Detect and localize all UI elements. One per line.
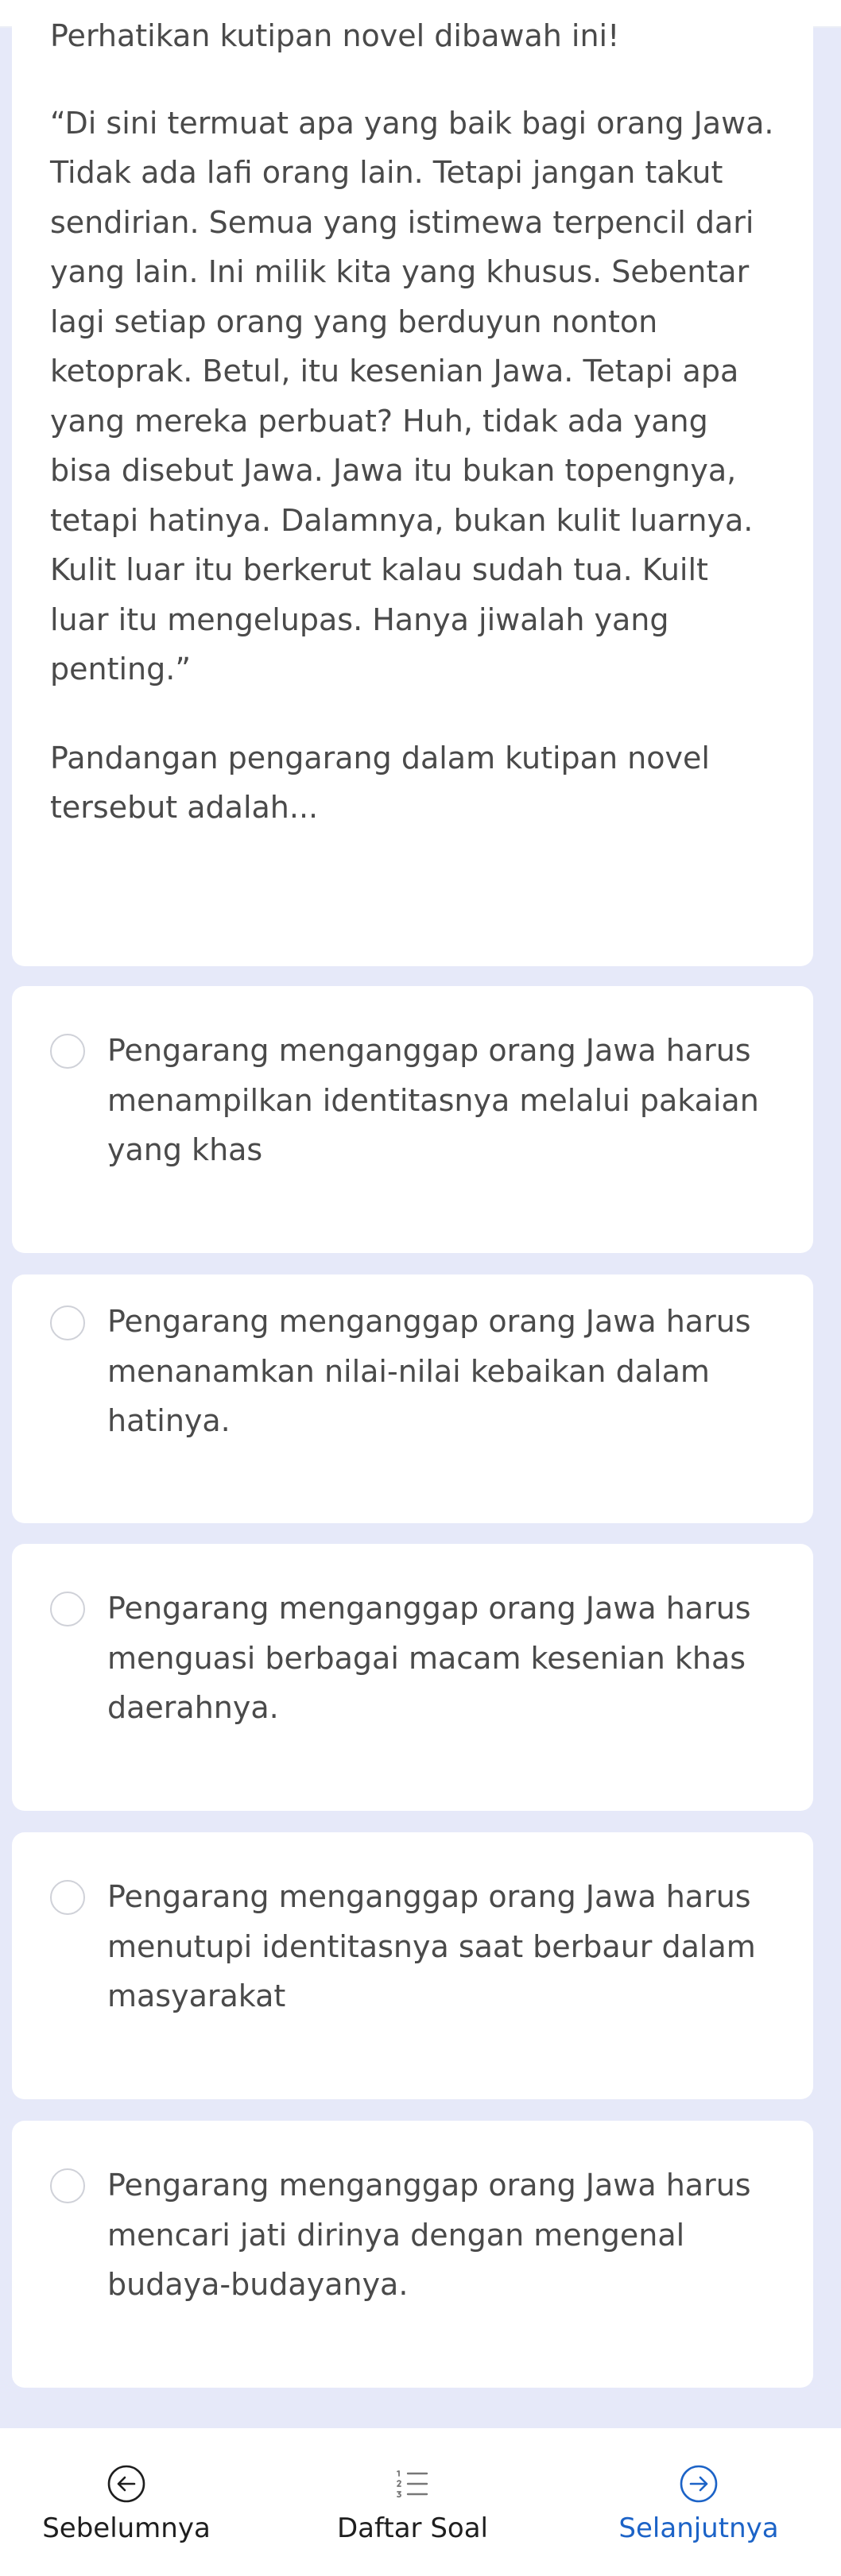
option-a[interactable]: Pengarang menganggap orang Jawa harus me…: [12, 986, 813, 1253]
bottom-navigation: Sebelumnya Daftar Soal Selanjutnya: [0, 2428, 841, 2576]
option-text: Pengarang menganggap orang Jawa harus me…: [107, 1033, 759, 1167]
radio-button[interactable]: [50, 1880, 85, 1915]
arrow-right-circle-icon: [680, 2465, 718, 2503]
question-list-button[interactable]: Daftar Soal: [293, 2463, 532, 2544]
option-text: Pengarang menganggap orang Jawa harus me…: [107, 2168, 751, 2302]
option-text: Pengarang menganggap orang Jawa harus me…: [107, 1591, 751, 1725]
radio-button[interactable]: [50, 1034, 85, 1069]
question-intro: Perhatikan kutipan novel dibawah ini!: [50, 18, 620, 53]
option-text: Pengarang menganggap orang Jawa harus me…: [107, 1879, 756, 2013]
radio-button[interactable]: [50, 1592, 85, 1626]
option-e[interactable]: Pengarang menganggap orang Jawa harus me…: [12, 2121, 813, 2388]
option-d[interactable]: Pengarang menganggap orang Jawa harus me…: [12, 1832, 813, 2099]
question-prompt: Pandangan pengarang dalam kutipan novel …: [50, 740, 710, 826]
previous-button[interactable]: Sebelumnya: [7, 2463, 246, 2544]
previous-label: Sebelumnya: [42, 2512, 211, 2544]
next-label: Selanjutnya: [618, 2512, 779, 2544]
radio-button[interactable]: [50, 1305, 85, 1340]
radio-button[interactable]: [50, 2168, 85, 2203]
arrow-left-circle-icon: [107, 2465, 145, 2503]
option-b[interactable]: Pengarang menganggap orang Jawa harus me…: [12, 1274, 813, 1523]
question-list-label: Daftar Soal: [336, 2512, 488, 2544]
next-button[interactable]: Selanjutnya: [579, 2463, 818, 2544]
option-text: Pengarang menganggap orang Jawa harus me…: [107, 1304, 751, 1438]
numbered-list-icon: [397, 2470, 428, 2498]
question-passage: “Di sini termuat apa yang baik bagi oran…: [50, 105, 774, 687]
question-card: Perhatikan kutipan novel dibawah ini! “D…: [12, 0, 813, 966]
option-c[interactable]: Pengarang menganggap orang Jawa harus me…: [12, 1544, 813, 1811]
